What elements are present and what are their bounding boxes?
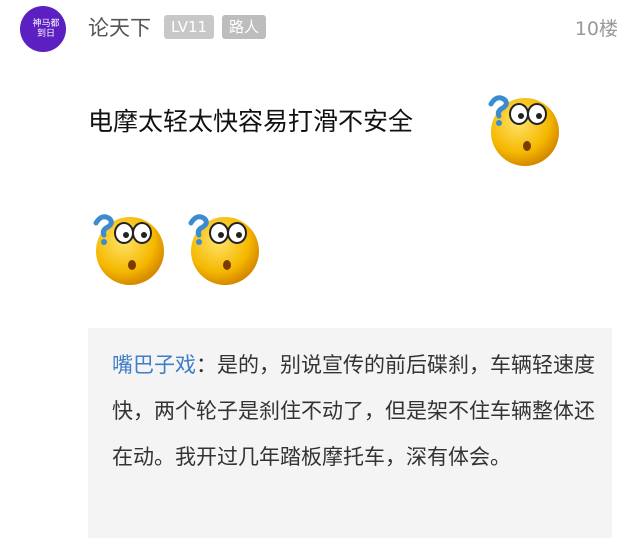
avatar[interactable]: 神马都到日	[20, 6, 66, 52]
confused-face-icon	[188, 214, 259, 285]
confused-face-icon	[488, 95, 559, 166]
confused-face-icon	[93, 214, 164, 285]
role-badge: 路人	[222, 15, 267, 39]
level-badge: LV11	[164, 15, 215, 39]
floor-number: 10楼	[574, 18, 618, 40]
quoted-reply-text: 嘴巴子戏：是的，别说宣传的前后碟刹，车辆轻速度快，两个轮子是刹住不动了，但是架不…	[112, 342, 602, 480]
username[interactable]: 论天下	[88, 12, 151, 42]
avatar-text: 神马都到日	[32, 19, 60, 39]
quoted-reply-author[interactable]: 嘴巴子戏	[112, 353, 196, 377]
comment-text: 电摩太轻太快容易打滑不安全	[88, 107, 414, 136]
quoted-reply-separator: ：	[196, 353, 217, 377]
quoted-reply[interactable]: 嘴巴子戏：是的，别说宣传的前后碟刹，车辆轻速度快，两个轮子是刹住不动了，但是架不…	[88, 328, 612, 538]
